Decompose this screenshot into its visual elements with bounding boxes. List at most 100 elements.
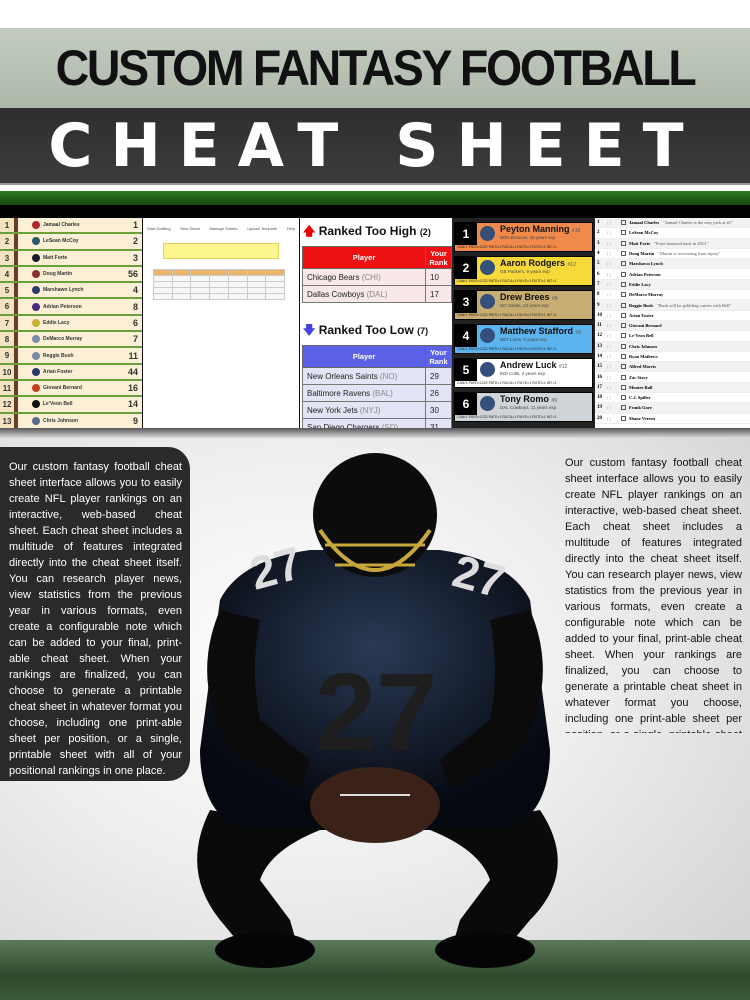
checkbox[interactable] <box>621 364 626 370</box>
rank-number: 11 <box>0 380 18 396</box>
print-row: 5 ( ) Marshawn Lynch <box>595 259 750 270</box>
position-rank: 6 <box>132 317 138 328</box>
rank-number: 13 <box>0 413 18 428</box>
rb-row: 3 Matt Forte 3 <box>0 250 142 267</box>
qb-cards-panel: 1 Peyton Manning #18 DEN Broncos, 16 years… <box>452 218 595 428</box>
checkbox[interactable] <box>621 281 626 287</box>
rb-row: 5 Marshawn Lynch 4 <box>0 283 142 300</box>
checkbox[interactable] <box>621 240 626 246</box>
manage-tab[interactable]: Start Drafting <box>147 226 171 231</box>
rank-number: 3 <box>0 250 18 265</box>
team-cell: San Diego Chargers (SD) <box>302 418 426 428</box>
player-name: Arian Foster <box>43 368 73 375</box>
team-helmet-icon <box>32 384 40 393</box>
team-abbr: (NYJ) <box>359 405 381 415</box>
adp: ( ) <box>607 333 612 339</box>
adp: ( ) <box>607 323 612 329</box>
player-name: Doug Martin <box>629 251 655 257</box>
checkbox[interactable] <box>621 374 626 380</box>
player-name: Marshawn Lynch <box>629 261 663 267</box>
qb-card: 3 Drew Brees #9 NO Saints, 13 years exp CAt… <box>454 290 593 320</box>
manage-tab[interactable]: New Sheet <box>180 226 200 231</box>
manage-tab[interactable]: Upload Template <box>247 226 277 231</box>
rb-rankings-panel: 1 Jamaal Charles 1 2 LeSean McCoy 2 3 Matt Fort… <box>0 218 142 428</box>
player-name: Jamaal Charles <box>43 222 80 229</box>
player-name: Frank Gore <box>629 405 652 411</box>
rank-number: 9 <box>0 348 18 363</box>
checkbox[interactable] <box>621 261 626 267</box>
printable-sheet-panel: 1 ( ) Jamaal Charles "Jamaal Charles is the… <box>595 218 750 428</box>
team-helmet-icon <box>480 260 495 275</box>
player-name: Alfred Morris <box>629 364 657 370</box>
checkbox[interactable] <box>621 384 626 390</box>
qb-stats: CAtt=1 PAYD=1222 PATD=1 RUCA=1 RUYD=1 RU… <box>457 381 557 385</box>
print-row: 15 ( ) Alfred Morris <box>595 362 750 373</box>
print-row: 8 ( ) DeMarco Murray <box>595 290 750 301</box>
print-row: 4 ( ) Doug Martin "Martin is recovering fro… <box>595 249 750 260</box>
position-rank: 9 <box>132 415 138 426</box>
checkbox[interactable] <box>621 415 626 421</box>
checkbox[interactable] <box>621 302 626 308</box>
checkbox[interactable] <box>621 323 626 329</box>
qb-rank: 1 <box>455 223 477 245</box>
checkbox[interactable] <box>621 271 626 277</box>
jersey-number: #18 <box>572 228 581 234</box>
qb-name: Andrew Luck #12 <box>500 360 568 370</box>
qb-stats: CAtt=1 PAYD=1222 PATD=1 RUCA=1 RUYD=1 RU… <box>457 313 557 317</box>
checkbox[interactable] <box>621 292 626 298</box>
adp: ( ) <box>607 395 612 401</box>
print-row: 13 ( ) Chris Johnson <box>595 341 750 352</box>
manage-tab[interactable]: Manage Sheets <box>209 226 237 231</box>
position-rank: 16 <box>127 383 138 394</box>
rank-number: 7 <box>0 315 18 331</box>
team-name: Baltimore Ravens <box>307 388 373 398</box>
checkbox[interactable] <box>621 333 626 339</box>
ranked-high-table: Player Your Rank Chicago Bears (CHI) 10 Dal… <box>302 246 452 303</box>
your-rank: 10 <box>425 268 452 286</box>
checkbox[interactable] <box>621 395 626 401</box>
rank-number: 7 <box>597 281 600 287</box>
player-name: Le'Veon Bell <box>43 401 73 408</box>
arrow-up-icon: 🡅 <box>303 224 316 238</box>
print-row: 2 ( ) LeSean McCoy <box>595 228 750 239</box>
qb-card: 4 Matthew Stafford #9 DET Lions, 5 years e… <box>454 324 593 354</box>
qb-stats: CAtt=1 PAYD=1222 PATD=1 RUCA=1 RUYD=1 RU… <box>457 347 557 351</box>
manage-tab[interactable]: Help <box>287 226 295 231</box>
print-row: 19 ( ) Frank Gore <box>595 403 750 414</box>
print-row: 16 ( ) Zac Stacy <box>595 372 750 383</box>
subtitle-band: CHEAT SHEET <box>0 108 750 185</box>
rank-number: 12 <box>597 333 602 339</box>
checkbox[interactable] <box>621 220 626 226</box>
position-rank: 4 <box>132 285 138 296</box>
football-icon <box>310 767 440 843</box>
print-row: 14 ( ) Ryan Mathews <box>595 352 750 363</box>
qb-name: Aaron Rodgers #12 <box>500 258 576 268</box>
rb-row: 2 LeSean McCoy 2 <box>0 234 142 251</box>
checkbox[interactable] <box>621 230 626 236</box>
print-row: 11 ( ) Giovani Bernard <box>595 320 750 332</box>
rank-number: 2 <box>0 234 18 249</box>
adp: ( ) <box>607 384 612 390</box>
player-name: Matt Forte <box>43 254 68 261</box>
adp: ( ) <box>607 354 612 359</box>
compare-row: New York Jets (NYJ) 30 <box>302 401 452 419</box>
rank-number: 12 <box>0 397 18 412</box>
adp: ( ) <box>607 292 612 298</box>
manage-tabs: Start Drafting New Sheet Manage Sheets Uplo… <box>143 218 299 239</box>
team-helmet-icon <box>32 335 40 344</box>
team-helmet-icon <box>480 226 495 241</box>
checkbox[interactable] <box>621 354 626 359</box>
team-cell: New Orleans Saints (NO) <box>302 367 426 385</box>
checkbox[interactable] <box>621 405 626 411</box>
position-rank: 2 <box>132 236 138 247</box>
rank-number: 9 <box>597 302 600 308</box>
player-name: Zac Stacy <box>629 374 648 380</box>
checkbox[interactable] <box>621 343 626 349</box>
left-cleat-icon <box>215 932 315 968</box>
rb-row: 9 Reggie Bush 11 <box>0 348 142 365</box>
checkbox[interactable] <box>621 251 626 257</box>
adp: ( ) <box>607 281 612 287</box>
rank-number: 4 <box>597 251 600 257</box>
rank-number: 19 <box>597 405 602 411</box>
checkbox[interactable] <box>621 312 626 318</box>
